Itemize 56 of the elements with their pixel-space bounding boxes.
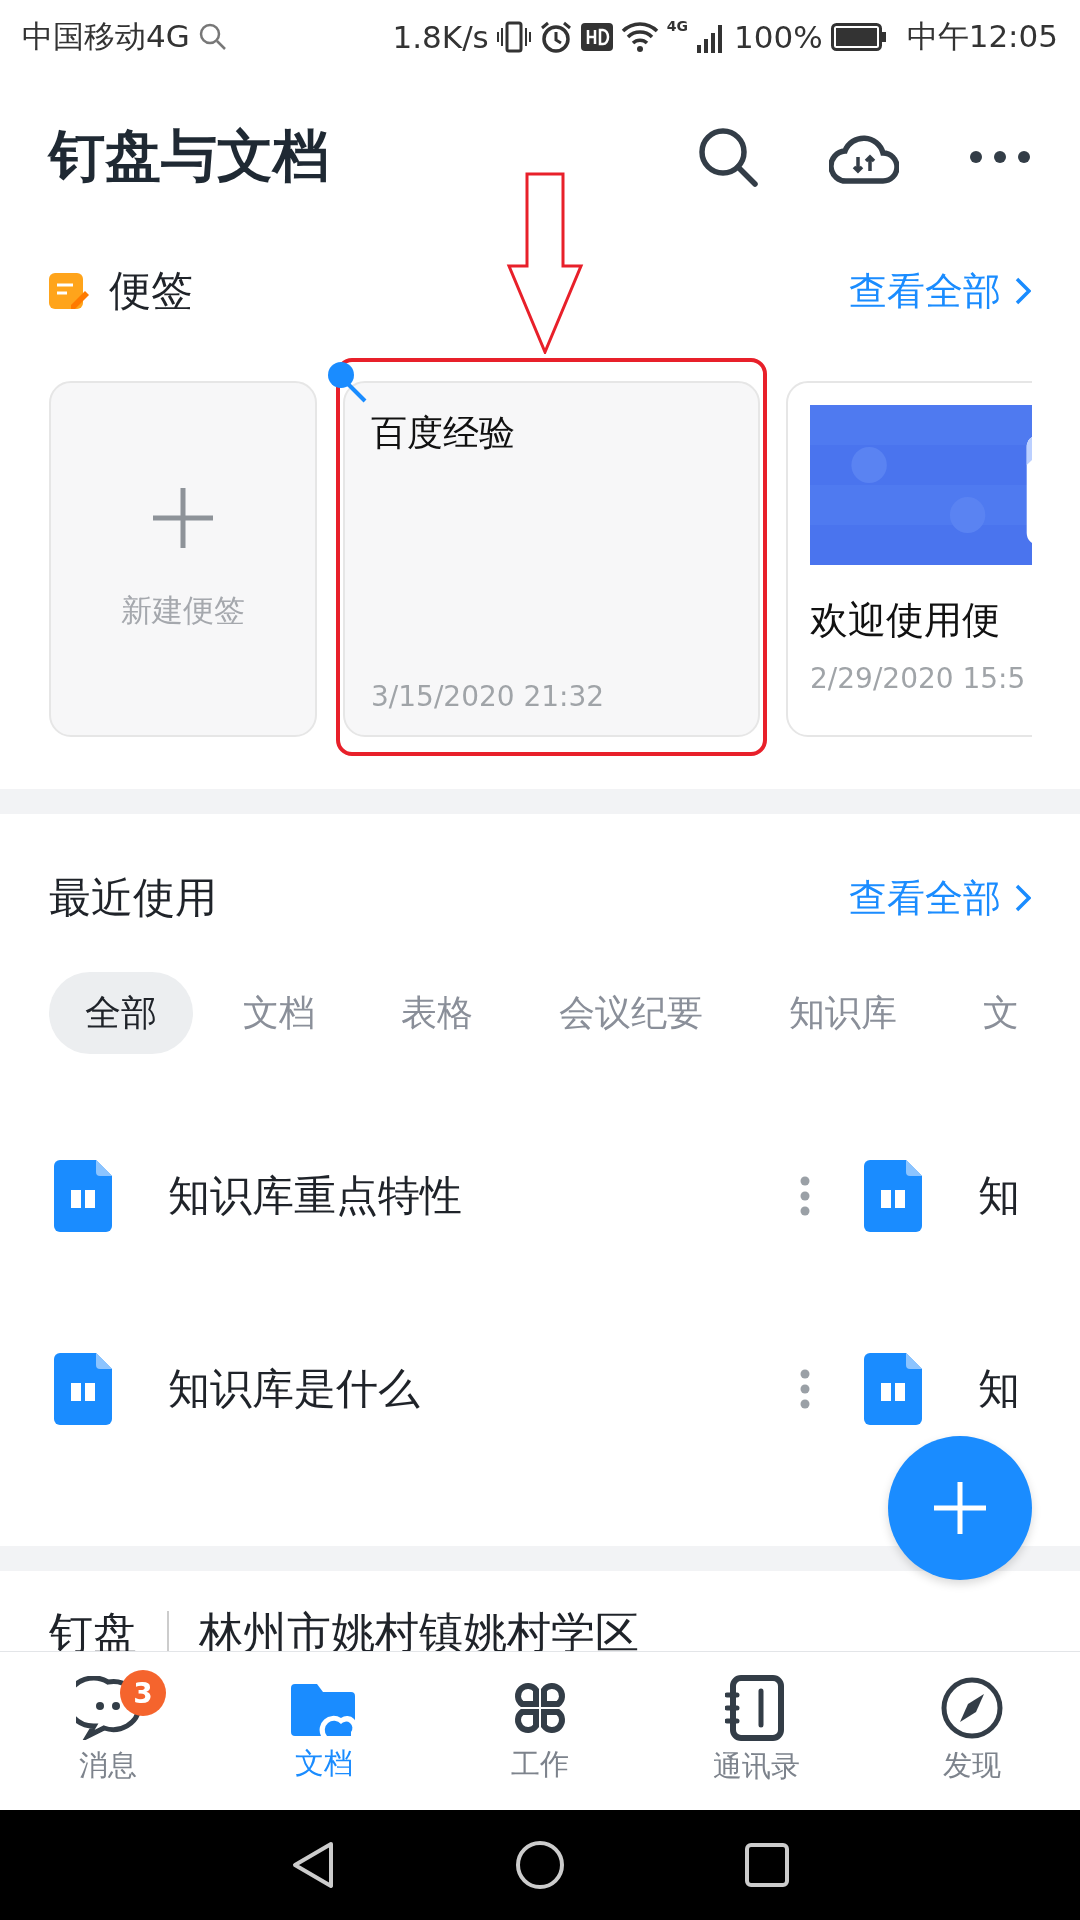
filter-tab[interactable]: 全部 xyxy=(49,972,193,1054)
plus-icon xyxy=(151,486,215,550)
alarm-icon xyxy=(538,20,573,54)
carrier-name: 中国移动4G xyxy=(22,17,190,56)
nav-tab[interactable]: 工作 xyxy=(432,1652,648,1810)
plus-icon xyxy=(932,1480,988,1536)
file-name[interactable]: 知 xyxy=(978,1360,1020,1417)
network-type: 4G xyxy=(666,18,688,34)
compass-icon xyxy=(940,1676,1004,1740)
nav-tab[interactable]: 通讯录 xyxy=(648,1652,864,1810)
vibrate-icon xyxy=(496,20,531,54)
note-title: 欢迎使用便 xyxy=(810,597,1001,644)
battery-percent: 100% xyxy=(734,19,823,55)
back-icon[interactable] xyxy=(291,1840,335,1890)
battery-icon xyxy=(830,23,887,51)
page-title: 钉盘与文档 xyxy=(49,121,330,190)
filter-tab[interactable]: 会议纪要 xyxy=(523,972,739,1054)
search-icon xyxy=(197,22,228,52)
unread-badge: 3 xyxy=(120,1670,166,1716)
wifi-icon xyxy=(620,21,659,53)
note-icon xyxy=(49,271,89,311)
file-name[interactable]: 知 xyxy=(978,1167,1020,1224)
file-name[interactable]: 知识库重点特性 xyxy=(168,1167,800,1224)
note-date: 2/29/2020 15:5 xyxy=(810,662,1027,695)
document-icon xyxy=(864,1159,922,1232)
home-icon[interactable] xyxy=(515,1840,565,1890)
new-note-label: 新建便签 xyxy=(121,591,245,630)
section-title: 便签 xyxy=(109,265,194,317)
hd-icon xyxy=(580,23,613,51)
network-speed: 1.8K/s xyxy=(392,19,489,55)
view-all-link[interactable]: 查看全部 xyxy=(849,872,1031,924)
view-all-link[interactable]: 查看全部 xyxy=(849,265,1031,317)
document-icon xyxy=(54,1352,112,1425)
nav-tab[interactable]: 文档 xyxy=(216,1652,432,1810)
nav-tab[interactable]: 发现 xyxy=(864,1652,1080,1810)
more-icon[interactable] xyxy=(969,149,1031,164)
section-title: 最近使用 xyxy=(49,872,218,924)
note-card[interactable]: 百度经验 3/15/2020 21:32 xyxy=(343,381,760,737)
notebook-icon xyxy=(725,1675,787,1741)
filter-tab[interactable]: 文档 xyxy=(207,972,351,1054)
new-note-card[interactable]: 新建便签 xyxy=(49,381,317,737)
search-icon[interactable] xyxy=(697,125,759,188)
recents-icon[interactable] xyxy=(745,1843,789,1887)
note-title: 百度经验 xyxy=(371,411,516,455)
document-icon xyxy=(54,1159,112,1232)
note-card[interactable]: 欢迎使用便 2/29/2020 15:5 xyxy=(786,381,1032,737)
document-icon xyxy=(864,1352,922,1425)
nav-tab[interactable]: 消息 3 xyxy=(0,1652,216,1810)
note-date: 3/15/2020 21:32 xyxy=(371,680,606,713)
chevron-icon xyxy=(1015,277,1031,305)
filter-tab[interactable]: 知识库 xyxy=(753,972,933,1054)
file-name[interactable]: 知识库是什么 xyxy=(168,1360,800,1417)
clock: 中午12:05 xyxy=(906,17,1058,56)
filter-tab[interactable]: 表格 xyxy=(365,972,509,1054)
filter-tab[interactable]: 文 xyxy=(947,972,1055,1054)
chevron-icon xyxy=(1015,884,1031,912)
